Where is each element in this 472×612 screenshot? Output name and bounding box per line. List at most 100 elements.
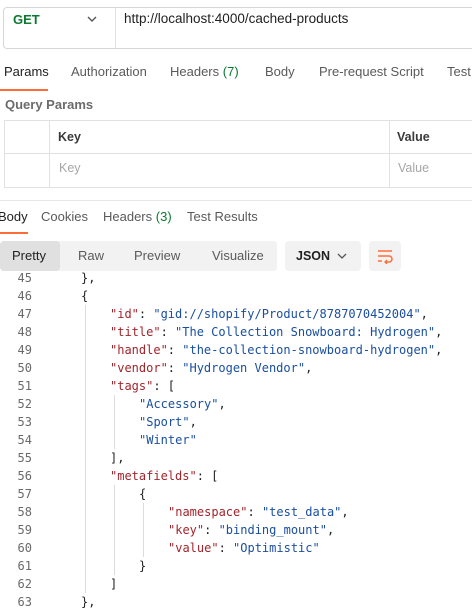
view-mode-visualize[interactable]: Visualize	[212, 248, 264, 263]
code-line: 45},	[0, 270, 472, 287]
code-line: 57 {	[0, 485, 472, 503]
tab-label: Authorization	[71, 64, 147, 79]
code-text: "metafields": [	[110, 467, 218, 485]
column-header-value: Value	[397, 130, 430, 144]
code-line: 55],	[0, 449, 472, 467]
tab-label: Cookies	[41, 209, 88, 224]
json-key: "tags"	[110, 379, 154, 393]
url-input[interactable]: http://localhost:4000/cached-products	[124, 11, 348, 26]
json-punctuation: :	[247, 505, 262, 519]
code-text: "title": "The Collection Snowboard: Hydr…	[110, 323, 442, 341]
json-key: "metafields"	[110, 469, 197, 483]
code-text: ],	[110, 449, 124, 467]
code-line: 46 {	[0, 287, 472, 305]
tab-body[interactable]: Body	[265, 64, 295, 79]
json-punctuation: ,	[341, 505, 349, 519]
code-text: "handle": "the-collection-snowboard-hydr…	[110, 341, 442, 359]
json-string: "Optimistic"	[233, 541, 320, 555]
json-key: "handle"	[110, 343, 168, 357]
json-punctuation: },	[81, 271, 96, 285]
line-number: 48	[17, 325, 32, 339]
json-string: "the-collection-snowboard-hydrogen"	[182, 343, 436, 357]
json-string: "binding_mount"	[218, 523, 327, 537]
code-text: "Winter"	[139, 431, 197, 449]
line-number: 57	[17, 487, 32, 501]
json-punctuation: {	[139, 487, 147, 501]
tab-label: Body	[0, 209, 28, 224]
view-mode-pretty[interactable]: Pretty	[12, 248, 46, 263]
json-punctuation: :	[218, 541, 234, 555]
code-line: 49 "handle": "the-collection-snowboard-hy…	[0, 341, 472, 359]
json-punctuation: :	[167, 361, 183, 375]
json-key: "id"	[110, 307, 139, 321]
indent-guide	[143, 503, 144, 557]
json-punctuation: :	[167, 343, 183, 357]
json-punctuation: ,	[326, 523, 335, 537]
json-key: "title"	[110, 325, 161, 339]
json-punctuation: : [	[153, 379, 176, 393]
code-line: 59 "key": "binding_mount",	[0, 521, 472, 539]
chevron-down-icon[interactable]	[86, 14, 98, 24]
tab-params[interactable]: Params	[4, 64, 49, 79]
value-input[interactable]: Value	[398, 161, 429, 175]
json-punctuation: ,	[189, 415, 197, 429]
response-tab-cookies[interactable]: Cookies	[41, 209, 88, 224]
query-params-title: Query Params	[5, 97, 94, 112]
line-number: 53	[17, 415, 32, 429]
json-punctuation: :	[138, 307, 154, 321]
method-select[interactable]: GET	[13, 12, 40, 27]
column-header-key: Key	[58, 130, 81, 144]
response-tab-headers[interactable]: Headers (3)	[103, 209, 172, 224]
view-mode-raw[interactable]: Raw	[78, 248, 104, 263]
tab-pre-request-script[interactable]: Pre-request Script	[319, 64, 424, 79]
code-line: 50 "vendor": "Hydrogen Vendor",	[0, 359, 472, 377]
json-key: "key"	[168, 523, 205, 537]
code-text: "key": "binding_mount",	[168, 521, 334, 539]
code-line: 61}	[0, 557, 472, 575]
view-mode-preview[interactable]: Preview	[134, 248, 180, 263]
tab-headers[interactable]: Headers (7)	[170, 64, 239, 79]
tab-label: Pre-request Script	[319, 64, 424, 79]
line-number: 47	[17, 307, 32, 321]
json-punctuation: },	[81, 595, 96, 609]
response-tab-test-results[interactable]: Test Results	[187, 209, 258, 224]
json-string: "gid://shopify/Product/8787070452004"	[153, 307, 421, 321]
line-number: 46	[17, 289, 32, 303]
json-key: "vendor"	[110, 361, 168, 375]
active-tab-indicator	[0, 89, 48, 91]
response-body-code[interactable]: 45}, 46 {47 "id": "gid://shopify/Product/87…	[0, 270, 472, 612]
code-text: }	[139, 557, 146, 575]
tab-authorization[interactable]: Authorization	[71, 64, 147, 79]
code-text: },	[81, 593, 95, 611]
json-key: "namespace"	[168, 505, 248, 519]
line-number: 60	[17, 541, 32, 555]
json-punctuation: ,	[218, 397, 226, 411]
code-line: 58 "namespace": "test_data",	[0, 503, 472, 521]
response-tab-body[interactable]: Body	[0, 209, 28, 224]
line-number: 52	[17, 397, 32, 411]
json-string: "Hydrogen Vendor"	[182, 361, 306, 375]
code-line: 54 "Winter"	[0, 431, 472, 449]
json-punctuation: :	[160, 325, 176, 339]
tab-tests[interactable]: Test	[447, 64, 471, 79]
line-number: 50	[17, 361, 32, 375]
code-text: "Accessory",	[139, 395, 226, 413]
url-bar-divider	[115, 8, 116, 48]
line-number: 45	[17, 271, 32, 285]
indent-guide	[114, 395, 115, 449]
json-punctuation: ,	[305, 361, 313, 375]
code-text: "vendor": "Hydrogen Vendor",	[110, 359, 312, 377]
code-line: 63},	[0, 593, 472, 611]
json-punctuation: ,	[435, 325, 443, 339]
json-punctuation: ]	[110, 577, 118, 591]
json-key: "value"	[168, 541, 219, 555]
json-punctuation: :	[204, 523, 219, 537]
code-line: 48 "title": "The Collection Snowboard: Hy…	[0, 323, 472, 341]
line-number: 55	[17, 451, 32, 465]
json-punctuation: {	[81, 289, 89, 303]
key-input[interactable]: Key	[59, 161, 81, 175]
code-text: "value": "Optimistic"	[168, 539, 320, 557]
code-line: 51 "tags": [	[0, 377, 472, 395]
json-punctuation: ,	[420, 307, 428, 321]
code-text: {	[139, 485, 146, 503]
